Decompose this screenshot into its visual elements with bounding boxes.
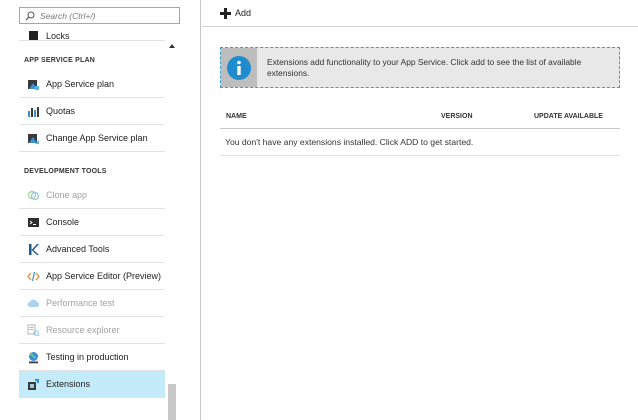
section-header-app-service-plan: APP SERVICE PLAN bbox=[24, 57, 96, 64]
sidebar-item-label: Clone app bbox=[46, 190, 88, 200]
sidebar-item-app-service-plan[interactable]: App Service plan bbox=[19, 71, 165, 98]
sidebar-item-label: App Service plan bbox=[46, 79, 115, 89]
sidebar-item-testing-in-production[interactable]: Testing in production bbox=[19, 344, 165, 371]
scroll-thumb[interactable] bbox=[168, 384, 176, 420]
sidebar-item-label: Change App Service plan bbox=[46, 133, 148, 143]
sidebar-item-label: Quotas bbox=[46, 106, 76, 116]
sidebar-item-change-plan[interactable]: Change App Service plan bbox=[19, 125, 165, 152]
extensions-icon bbox=[27, 378, 40, 391]
lock-icon bbox=[27, 29, 40, 42]
sidebar-item-label: Locks bbox=[46, 30, 70, 41]
info-icon bbox=[227, 55, 251, 80]
quotas-chart-icon bbox=[27, 105, 40, 118]
sidebar-item-app-service-editor[interactable]: App Service Editor (Preview) bbox=[19, 263, 165, 290]
sidebar-item-label: Extensions bbox=[46, 379, 91, 389]
table-header: NAME VERSION UPDATE AVAILABLE bbox=[220, 103, 620, 129]
clone-icon bbox=[27, 189, 40, 202]
sidebar-item-label: Advanced Tools bbox=[46, 244, 110, 254]
info-banner-text: Extensions add functionality to your App… bbox=[267, 56, 582, 78]
change-plan-icon bbox=[27, 132, 40, 145]
sidebar-item-extensions[interactable]: Extensions bbox=[19, 371, 165, 398]
empty-state-row: You don't have any extensions installed.… bbox=[220, 129, 620, 156]
console-icon bbox=[27, 216, 40, 229]
sidebar-item-locks[interactable]: Locks bbox=[19, 17, 165, 41]
info-icon-container bbox=[221, 48, 257, 87]
sidebar-item-label: Console bbox=[46, 217, 80, 227]
sidebar-item-label: Testing in production bbox=[46, 352, 129, 362]
section-header-development-tools: DEVELOPMENT TOOLS bbox=[24, 168, 107, 175]
sidebar-item-clone-app[interactable]: Clone app bbox=[19, 182, 165, 209]
sidebar-scrollbar[interactable] bbox=[167, 42, 177, 420]
add-button-label: Add bbox=[235, 8, 252, 18]
sidebar-item-label: Performance test bbox=[46, 298, 115, 308]
sidebar: Locks APP SERVICE PLAN App Service plan … bbox=[0, 0, 201, 420]
sidebar-item-label: App Service Editor (Preview) bbox=[46, 271, 162, 281]
info-banner[interactable]: Extensions add functionality to your App… bbox=[220, 47, 620, 88]
column-header-version[interactable]: VERSION bbox=[441, 113, 473, 120]
globe-icon bbox=[27, 351, 40, 364]
sidebar-item-advanced-tools[interactable]: Advanced Tools bbox=[19, 236, 165, 263]
sidebar-item-label: Resource explorer bbox=[46, 325, 120, 335]
app-service-plan-icon bbox=[27, 78, 40, 91]
sidebar-item-resource-explorer[interactable]: Resource explorer bbox=[19, 317, 165, 344]
add-button[interactable]: Add bbox=[220, 7, 252, 19]
column-header-name[interactable]: NAME bbox=[226, 113, 247, 120]
code-editor-icon bbox=[27, 270, 40, 283]
extensions-table: NAME VERSION UPDATE AVAILABLE You don't … bbox=[220, 103, 620, 156]
sidebar-item-performance-test[interactable]: Performance test bbox=[19, 290, 165, 317]
column-header-update-available[interactable]: UPDATE AVAILABLE bbox=[534, 113, 603, 120]
sidebar-menu: Locks APP SERVICE PLAN App Service plan … bbox=[19, 31, 165, 398]
scroll-up-arrow-icon[interactable] bbox=[169, 44, 175, 48]
cloud-icon bbox=[27, 297, 40, 310]
sidebar-item-quotas[interactable]: Quotas bbox=[19, 98, 165, 125]
main-content: Add Extensions add functionality to your… bbox=[202, 0, 638, 420]
kudu-icon bbox=[27, 243, 40, 256]
plus-icon bbox=[220, 7, 231, 19]
sidebar-item-console[interactable]: Console bbox=[19, 209, 165, 236]
command-bar: Add bbox=[202, 0, 638, 27]
resource-explorer-icon bbox=[27, 324, 40, 337]
